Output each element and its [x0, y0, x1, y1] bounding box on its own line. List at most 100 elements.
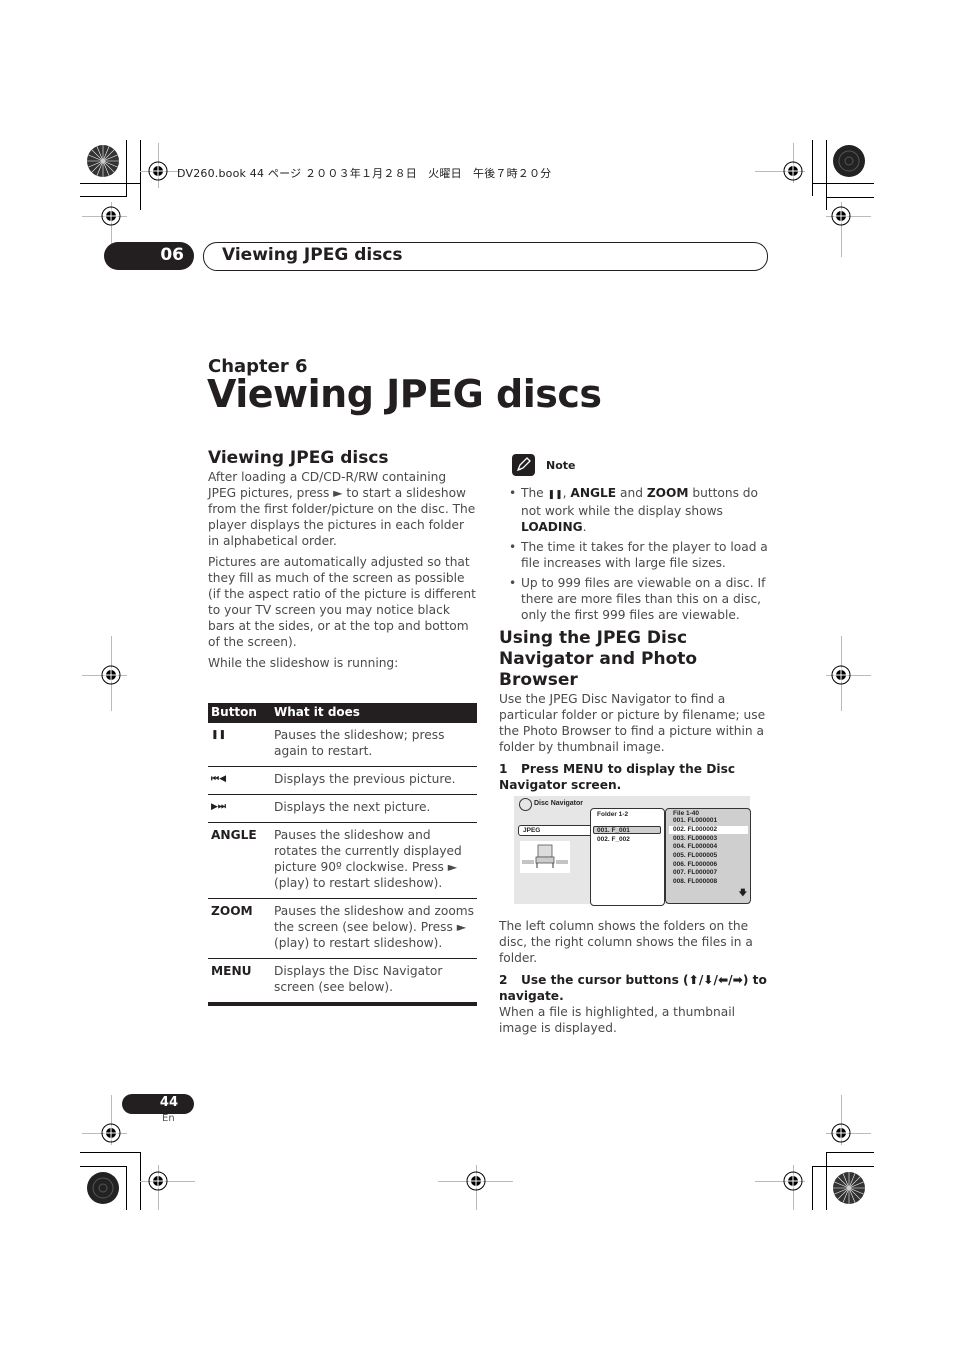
language-code: En: [162, 1113, 175, 1124]
table-cell-button: MENU: [208, 958, 271, 1006]
table-cell-description: Displays the next picture.: [271, 794, 477, 823]
registration-mark-icon: [831, 206, 851, 226]
file-item: 001. FL000001: [673, 817, 718, 824]
left-column: Viewing JPEG discs After loading a CD/CD…: [208, 448, 478, 676]
pause-icon: ❚❚: [547, 490, 563, 500]
registration-mark-icon: [783, 161, 803, 181]
crop-line: [812, 140, 813, 196]
registration-mark-icon: [831, 665, 851, 685]
file-item: 005. FL000005: [673, 852, 718, 859]
file-item: 006. FL000006: [673, 861, 718, 868]
section-heading: Using the JPEG Disc Navigator and Photo …: [499, 628, 698, 690]
file-item-selected: 002. FL000002: [669, 826, 748, 834]
section-heading: Viewing JPEG discs: [208, 448, 389, 468]
registration-mark-icon: [101, 1123, 121, 1143]
note-list: The ❚❚, ANGLE and ZOOM buttons do not wo…: [509, 485, 774, 627]
registration-mark-icon: [466, 1171, 486, 1191]
file-list-panel: File 1-40 001. FL000001 002. FL000002 00…: [665, 808, 751, 904]
navigator-jpeg-tab: JPEG: [518, 825, 595, 836]
crop-line: [826, 1152, 827, 1210]
right-column-continued: The left column shows the folders on the…: [499, 918, 769, 1041]
step-2: 2 Use the cursor buttons (⬆/⬇/⬅/➡) to nav…: [499, 973, 767, 1003]
pause-icon: ❚❚: [208, 723, 271, 767]
registration-mark-icon: [101, 206, 121, 226]
crop-line: [826, 197, 874, 198]
color-target-icon: [833, 145, 865, 177]
file-item: 003. FL000003: [673, 835, 718, 842]
running-header-title: Viewing JPEG discs: [222, 245, 403, 265]
paragraph: Use the JPEG Disc Navigator to find a pa…: [499, 692, 766, 754]
crop-line: [812, 1166, 874, 1167]
registration-mark-icon: [148, 161, 168, 181]
page-number-badge: 44: [122, 1094, 194, 1114]
next-icon: ▶⏭: [208, 794, 271, 823]
crop-line: [80, 196, 127, 197]
file-list-header: File 1-40: [673, 810, 700, 817]
starburst-target-icon: [87, 145, 119, 177]
paragraph: Pictures are automatically adjusted so t…: [208, 555, 476, 649]
paragraph: When a file is highlighted, a thumbnail …: [499, 1005, 735, 1035]
table-row: MENU Displays the Disc Navigator screen …: [208, 958, 477, 1006]
page-title: Viewing JPEG discs: [207, 372, 602, 416]
crop-line: [812, 1166, 813, 1210]
running-header: Viewing JPEG discs: [203, 242, 768, 271]
crop-line: [126, 140, 127, 196]
crop-line: [80, 1152, 141, 1153]
note-item: Up to 999 files are viewable on a disc. …: [509, 575, 774, 623]
note-item: The time it takes for the player to load…: [509, 539, 774, 571]
starburst-target-icon: [833, 1172, 865, 1204]
right-column: Using the JPEG Disc Navigator and Photo …: [499, 628, 769, 793]
folder-item-selected: 001. F_001: [593, 826, 661, 834]
crop-line: [80, 183, 141, 184]
thumbnail-chair-icon: [520, 841, 570, 873]
table-cell-description: Displays the Disc Navigator screen (see …: [271, 958, 477, 1006]
registration-mark-icon: [101, 665, 121, 685]
file-item: 007. FL000007: [673, 869, 718, 876]
column-header: What it does: [271, 703, 477, 723]
note-item: The ❚❚, ANGLE and ZOOM buttons do not wo…: [509, 485, 774, 535]
crop-line: [826, 140, 827, 210]
table-cell-button: ZOOM: [208, 898, 271, 959]
table-cell-description: Pauses the slideshow; press again to res…: [271, 723, 477, 767]
navigator-title: Disc Navigator: [534, 800, 584, 807]
pencil-note-icon: [512, 454, 535, 476]
print-metadata-line: DV260.book 44 ページ ２００３年１月２８日 火曜日 午後７時２０分: [177, 167, 552, 180]
button-function-table: Button What it does ❚❚ Pauses the slides…: [208, 703, 477, 1006]
file-item: 008. FL000008: [673, 878, 718, 885]
table-cell-description: Pauses the slideshow and zooms the scree…: [271, 898, 477, 959]
crop-line: [826, 1152, 874, 1153]
previous-icon: ⏮◀: [208, 766, 271, 795]
scroll-down-arrow-icon: 🡇: [738, 888, 747, 897]
table-cell-description: Pauses the slideshow and rotates the cur…: [271, 822, 477, 899]
paragraph: While the slideshow is running:: [208, 656, 399, 670]
folder-list-panel: Folder 1-2 001. F_001 002. F_002: [590, 808, 665, 906]
table-row: ⏮◀ Displays the previous picture.: [208, 766, 477, 795]
crop-line: [812, 183, 874, 184]
chapter-number-badge: 06: [104, 242, 194, 270]
registration-mark-icon: [783, 1171, 803, 1191]
page-number: 44: [159, 1095, 178, 1110]
table-row: ❚❚ Pauses the slideshow; press again to …: [208, 723, 477, 767]
crop-line: [80, 1166, 127, 1167]
table-row: ANGLE Pauses the slideshow and rotates t…: [208, 822, 477, 899]
registration-mark-icon: [148, 1171, 168, 1191]
paragraph: After loading a CD/CD-R/RW containing JP…: [208, 470, 476, 548]
table-cell-description: Displays the previous picture.: [271, 766, 477, 795]
folder-list-header: Folder 1-2: [597, 811, 629, 818]
folder-item: 002. F_002: [597, 836, 630, 843]
paragraph: The left column shows the folders on the…: [499, 919, 753, 965]
disc-navigator-screenshot: Disc Navigator JPEG Folder 1-2 001. F_00…: [514, 796, 751, 906]
table-header-row: Button What it does: [208, 703, 477, 723]
chapter-number: 06: [160, 245, 184, 265]
table-cell-button: ANGLE: [208, 822, 271, 899]
file-item: 004. FL000004: [673, 843, 718, 850]
column-header: Button: [208, 703, 271, 723]
color-target-icon: [87, 1172, 119, 1204]
table-row: ▶⏭ Displays the next picture.: [208, 794, 477, 823]
registration-mark-icon: [831, 1123, 851, 1143]
crop-line: [140, 140, 141, 210]
crop-line: [126, 1166, 127, 1210]
step-1: 1 Press MENU to display the Disc Navigato…: [499, 762, 736, 792]
note-label: Note: [546, 459, 576, 472]
disc-icon: [519, 798, 532, 811]
